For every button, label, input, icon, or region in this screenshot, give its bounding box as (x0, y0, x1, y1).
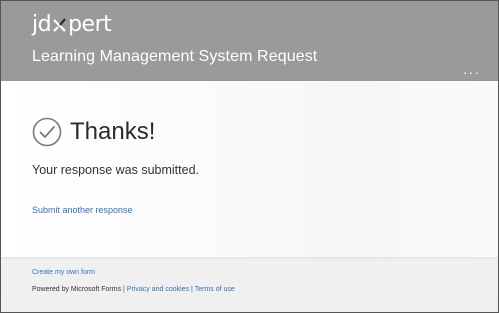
separator: | (191, 286, 193, 293)
confirmation-card: Thanks! Your response was submitted. Sub… (1, 81, 498, 257)
powered-by-text: Powered by Microsoft Forms (32, 286, 122, 293)
brand-text-left: jd (32, 12, 52, 37)
brand-logo: jd pert (32, 12, 112, 38)
create-form-link[interactable]: Create my own form (32, 269, 235, 276)
ellipsis-icon[interactable]: ··· (463, 65, 480, 79)
separator: | (123, 286, 125, 293)
terms-link[interactable]: Terms of use (195, 286, 235, 293)
footer-legal-line: Powered by Microsoft Forms | Privacy and… (32, 286, 235, 293)
form-header: jd pert Learning Management System Reque… (1, 1, 498, 81)
brand-text-right: pert (68, 12, 112, 37)
footer: Create my own form Powered by Microsoft … (32, 269, 235, 293)
form-title: Learning Management System Request (32, 48, 318, 65)
thanks-heading: Thanks! (70, 118, 156, 145)
submitted-message: Your response was submitted. (32, 163, 199, 177)
form-window: jd pert Learning Management System Reque… (0, 0, 499, 313)
submit-another-link[interactable]: Submit another response (32, 205, 133, 215)
checkmark-circle-icon (32, 117, 62, 147)
brand-x-icon (53, 18, 66, 32)
privacy-link[interactable]: Privacy and cookies (127, 286, 189, 293)
thanks-row: Thanks! (32, 117, 155, 147)
